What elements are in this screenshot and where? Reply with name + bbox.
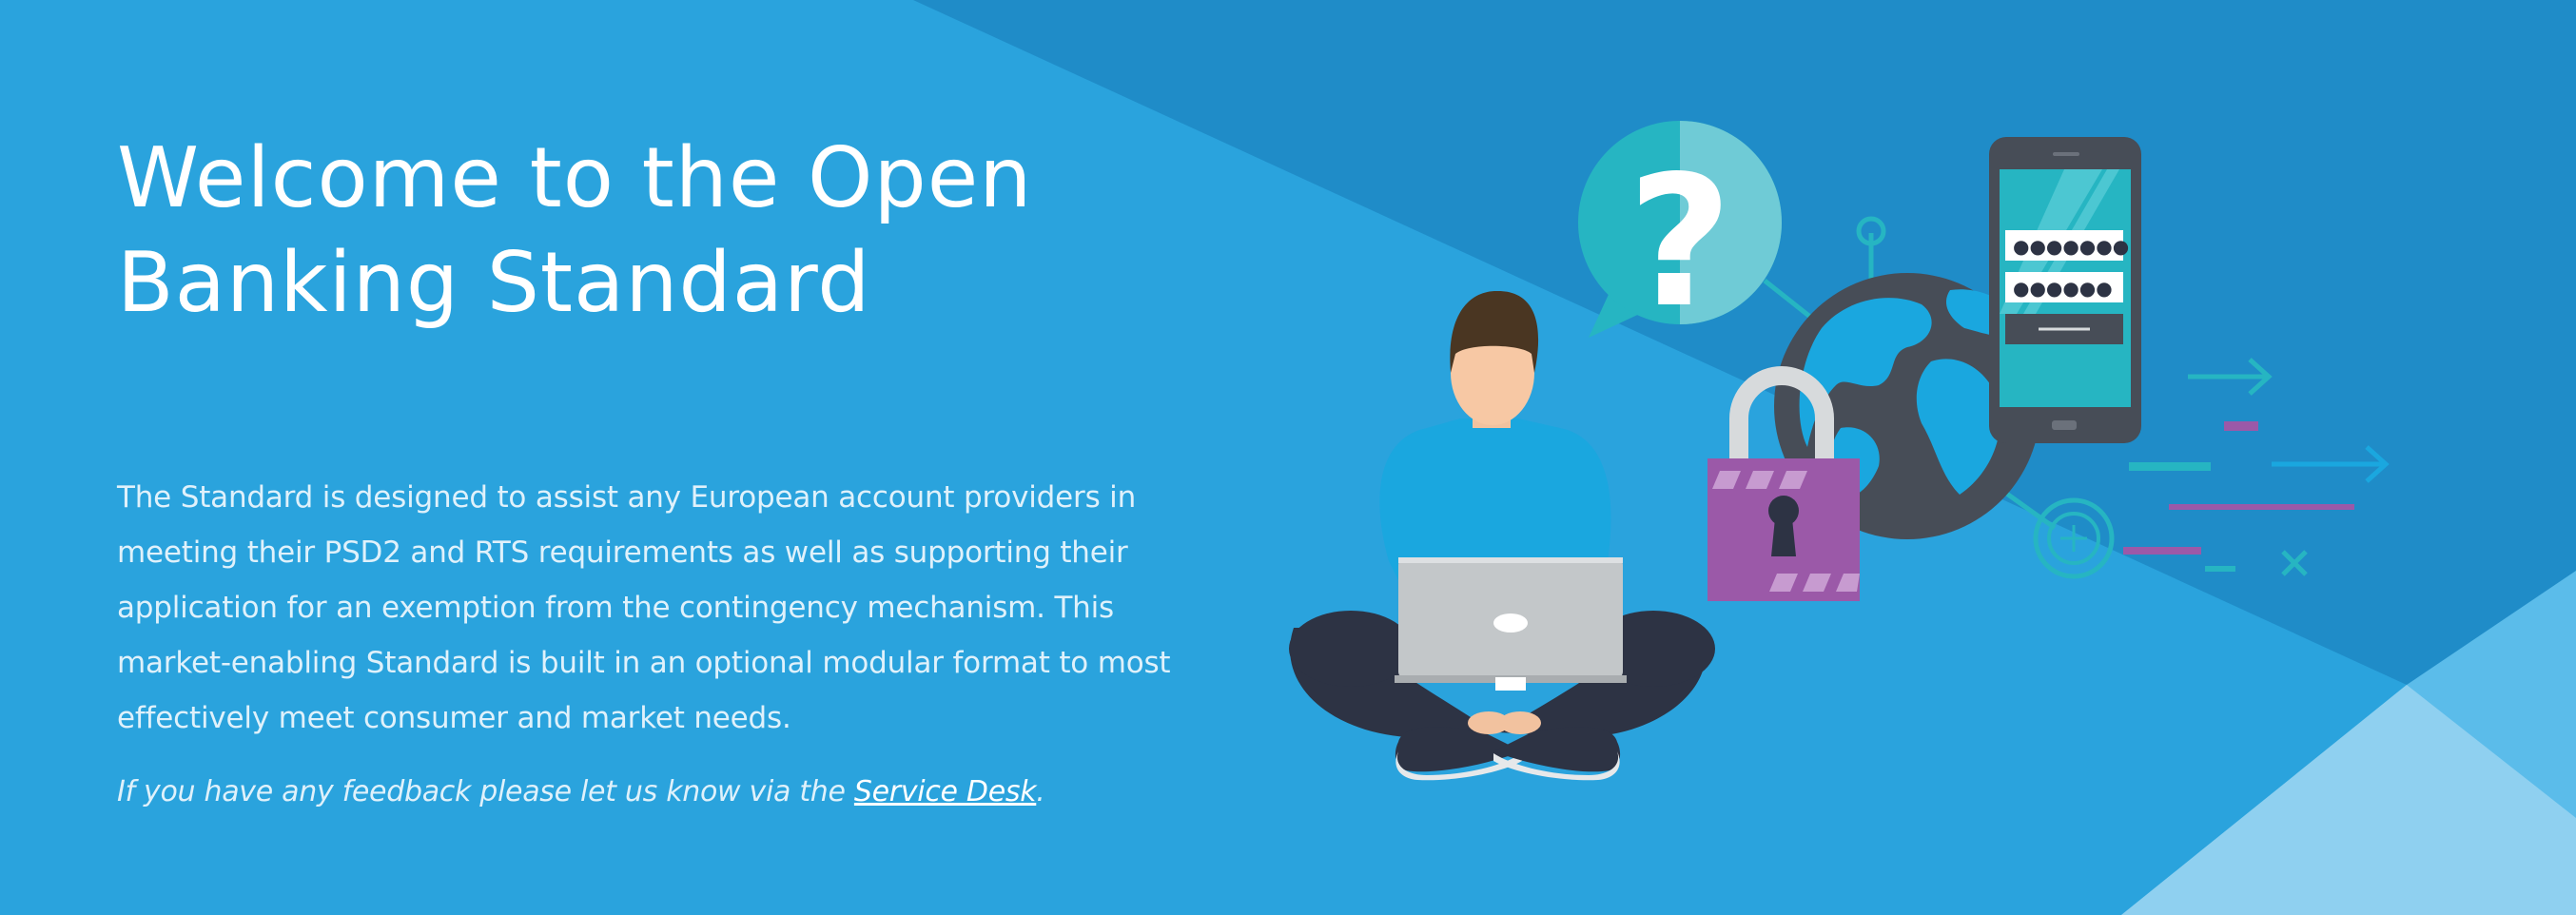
feedback-suffix: . [1036,775,1045,808]
decor-bar [2205,566,2235,572]
smartphone-icon: ●●●●●●● ●●●●●● [1989,137,2141,443]
plus-circle-icon [2033,497,2115,579]
decor-bar [2123,547,2201,555]
question-mark-icon: ? [1578,121,1782,347]
arrow-right-icon [2188,358,2273,396]
close-x-icon [2281,550,2308,576]
hero-content: Welcome to the Open Banking Standard The… [117,126,1192,814]
title-line-2: Banking Standard [117,234,871,331]
arrow-right-icon [2272,445,2390,483]
laptop-icon [1395,557,1627,691]
password-dots: ●●●●●●● [2013,235,2129,258]
page-title: Welcome to the Open Banking Standard [117,126,1192,335]
person-illustration [1289,290,1715,781]
decor-bar [2224,421,2258,431]
question-mark-glyph: ? [1628,137,1732,347]
feedback-note: If you have any feedback please let us k… [117,770,1192,814]
feedback-prefix: If you have any feedback please let us k… [117,775,854,808]
intro-paragraph: The Standard is designed to assist any E… [117,480,1171,735]
title-line-1: Welcome to the Open [117,129,1033,226]
service-desk-link[interactable]: Service Desk [854,775,1037,808]
decor-bar [2169,504,2354,510]
hero-banner: Welcome to the Open Banking Standard The… [0,0,2576,915]
hero-illustration: ? ●●●●●●● ●●●●●● [1289,121,2390,781]
password-dots: ●●●●●● [2013,277,2113,300]
decor-bar [2129,462,2211,471]
